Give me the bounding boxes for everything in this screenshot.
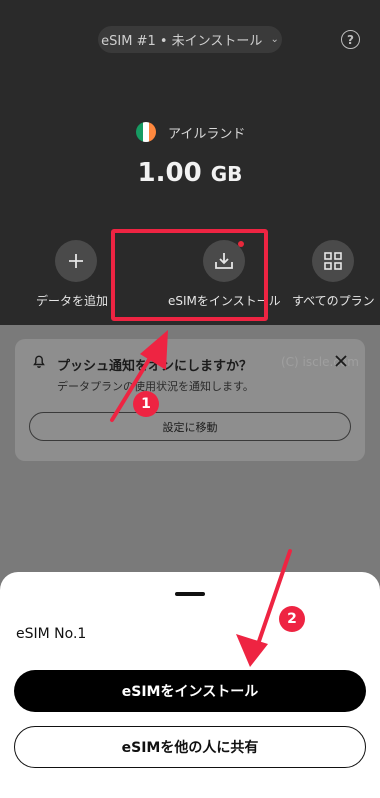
all-plans-label: すべてのプラン (292, 294, 375, 308)
data-amount: 1.00 GB (0, 158, 380, 188)
country-name: アイルランド (168, 126, 246, 142)
notification-description: データプランの使用状況を通知します。 (57, 380, 254, 393)
bell-icon (31, 353, 47, 373)
share-esim-button[interactable]: eSIMを他の人に共有 (14, 726, 366, 768)
push-notification-card: プッシュ通知をオンにしますか？ (C) iscle.com データプランの使用状… (15, 339, 365, 461)
esim-selector-label: eSIM #1 • 未インストール (101, 34, 263, 49)
bottom-sheet: eSIM No.1 eSIMをインストール eSIMを他の人に共有 (0, 572, 380, 798)
data-value: 1.00 (137, 158, 202, 188)
sheet-title: eSIM No.1 (16, 626, 87, 642)
go-to-settings-button[interactable]: 設定に移動 (29, 412, 351, 441)
highlight-box (111, 229, 268, 321)
chevron-down-icon: ⌄ (270, 34, 279, 45)
grid-icon (312, 240, 355, 282)
plus-icon (55, 240, 97, 282)
close-icon[interactable] (333, 353, 349, 369)
help-icon[interactable]: ? (341, 30, 360, 49)
data-unit: GB (210, 162, 243, 186)
add-data-label: データを追加 (36, 294, 109, 308)
esim-selector[interactable]: eSIM #1 • 未インストール ⌄ (98, 26, 282, 53)
step-1-badge: 1 (133, 391, 159, 417)
add-data-button[interactable]: データを追加 (36, 240, 108, 309)
country-row: アイルランド (136, 122, 245, 142)
install-esim-button[interactable]: eSIMをインストール (14, 670, 366, 712)
ireland-flag-icon (136, 122, 156, 142)
step-2-badge: 2 (279, 606, 305, 632)
all-plans-button[interactable]: すべてのプラン (292, 240, 375, 309)
sheet-handle[interactable] (175, 592, 205, 596)
notification-title: プッシュ通知をオンにしますか？ (57, 359, 253, 374)
